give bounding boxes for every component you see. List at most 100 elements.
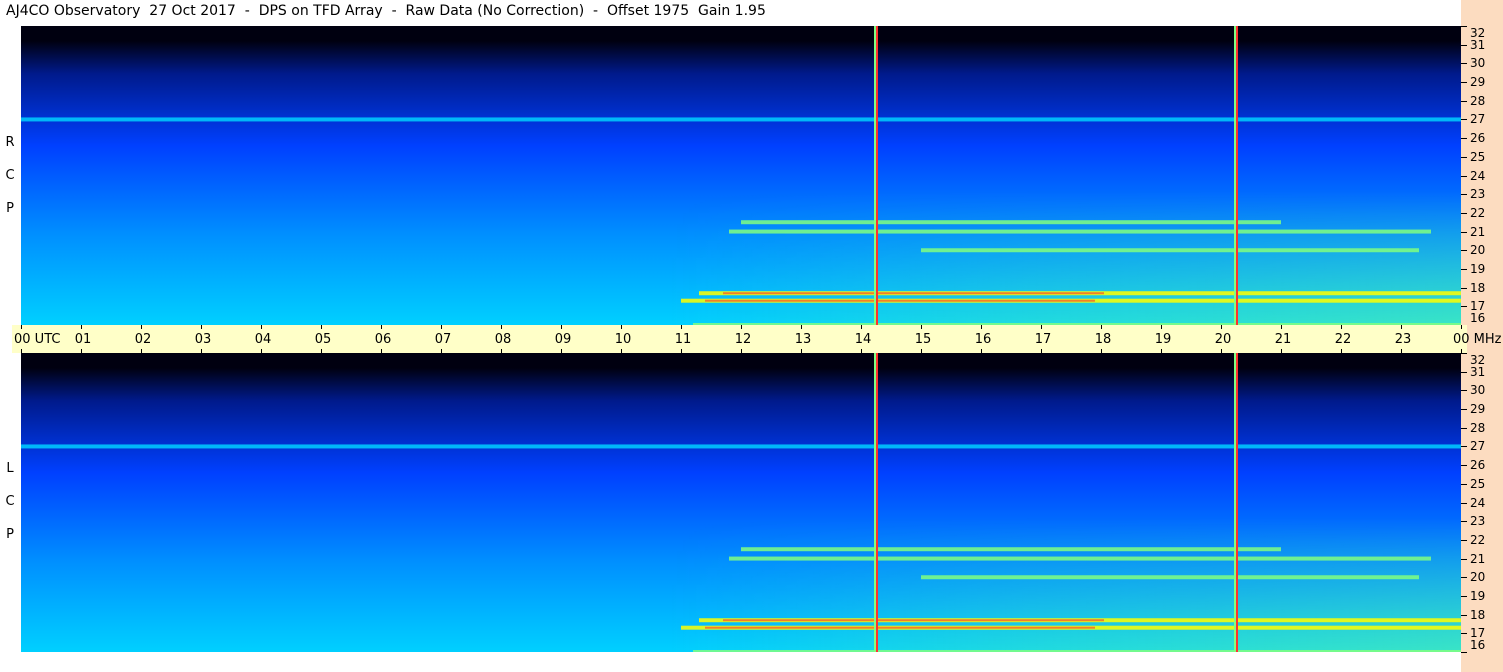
time-tick-label: 17 <box>1034 332 1052 347</box>
freq-tick <box>1461 250 1467 252</box>
freq-tick <box>1461 44 1467 46</box>
noise-glow-overlay <box>21 26 1461 325</box>
time-tick <box>1461 325 1462 329</box>
freq-tick <box>1461 521 1467 523</box>
time-tick <box>681 325 682 329</box>
time-tick-label: 07 <box>434 332 452 347</box>
freq-tick-label: 25 <box>1470 476 1486 491</box>
time-tick <box>261 325 262 329</box>
freq-tick <box>1461 353 1467 354</box>
freq-tick-label: 32 <box>1470 26 1486 40</box>
time-tick-label: 10 <box>614 332 632 347</box>
freq-tick-label: 23 <box>1470 187 1486 202</box>
freq-tick-label: 24 <box>1470 495 1486 510</box>
utc-time-axis: 00 UTC 01 02 03 04 05 06 07 08 09 10 11 12 13 14 15 16 17… <box>12 325 1502 353</box>
freq-tick-label: 29 <box>1470 75 1486 90</box>
time-tick <box>321 325 322 329</box>
side-label-letter: L <box>6 461 14 476</box>
freq-tick <box>1461 465 1467 467</box>
freq-tick <box>1461 427 1467 429</box>
time-tick <box>981 325 982 329</box>
rfi-band <box>741 220 1281 225</box>
time-tick-label: 21 <box>1274 332 1292 347</box>
time-tick <box>141 325 142 329</box>
freq-tick <box>1461 409 1467 411</box>
time-tick <box>381 325 382 329</box>
freq-tick <box>1461 306 1467 308</box>
freq-tick <box>1461 446 1467 448</box>
rfi-band-core <box>723 292 1104 295</box>
interference-line <box>874 26 876 325</box>
time-tick <box>1041 325 1042 329</box>
time-tick <box>21 325 22 329</box>
time-tick-label: 08 <box>494 332 512 347</box>
time-tick-label: 01 <box>74 332 92 347</box>
freq-tick-label: 17 <box>1470 299 1486 314</box>
freq-tick <box>1461 483 1467 485</box>
side-label-letter: C <box>5 168 15 183</box>
time-tick <box>1281 325 1282 329</box>
time-tick <box>621 325 622 329</box>
freq-tick <box>1461 558 1467 560</box>
rfi-band-core <box>705 626 1095 629</box>
time-tick-label: 23 <box>1394 332 1412 347</box>
freq-tick-label: 21 <box>1470 551 1486 566</box>
interference-line <box>1234 353 1236 652</box>
freq-tick-label: 22 <box>1470 205 1486 220</box>
interference-line <box>1236 26 1238 325</box>
freq-tick-label: 22 <box>1470 532 1486 547</box>
time-tick <box>741 325 742 329</box>
time-tick-label: 12 <box>734 332 752 347</box>
freq-tick-label: 26 <box>1470 131 1486 146</box>
interference-line <box>876 26 878 325</box>
time-tick-label: 02 <box>134 332 152 347</box>
freq-tick <box>1461 212 1467 214</box>
rcp-frequency-axis: 16 17 18 19 20 21 22 23 24 25 26 27 28 29 30 31 32 <box>1461 26 1503 326</box>
time-tick <box>1161 325 1162 329</box>
rcp-side-label: R C P <box>0 126 20 225</box>
rfi-band <box>921 248 1419 253</box>
freq-tick-label: 27 <box>1470 112 1486 127</box>
chart-title: AJ4CO Observatory 27 Oct 2017 - DPS on T… <box>6 3 766 19</box>
freq-tick-label: 28 <box>1470 420 1486 435</box>
freq-tick-label: 28 <box>1470 93 1486 108</box>
rfi-band <box>741 547 1281 552</box>
time-tick-label: 00 MHz <box>1453 332 1502 347</box>
time-tick <box>1401 325 1402 329</box>
freq-tick <box>1461 371 1467 373</box>
noise-glow-overlay <box>21 353 1461 652</box>
freq-tick-label: 24 <box>1470 168 1486 183</box>
time-tick <box>1221 325 1222 329</box>
rfi-band <box>693 650 1461 652</box>
time-tick <box>441 325 442 329</box>
freq-tick-label: 17 <box>1470 626 1486 641</box>
freq-tick-label: 30 <box>1470 383 1486 398</box>
time-tick-label: 13 <box>794 332 812 347</box>
freq-tick <box>1461 231 1467 233</box>
freq-tick-label: 32 <box>1470 353 1486 367</box>
time-tick <box>921 325 922 329</box>
freq-tick-label: 21 <box>1470 224 1486 239</box>
freq-tick <box>1461 502 1467 504</box>
freq-tick <box>1461 390 1467 392</box>
freq-tick-label: 18 <box>1470 280 1486 295</box>
spectrogram-svg <box>21 353 1461 652</box>
freq-tick-label: 27 <box>1470 439 1486 454</box>
rfi-band-core <box>705 299 1095 302</box>
freq-tick <box>1461 156 1467 158</box>
freq-tick <box>1461 595 1467 597</box>
freq-tick <box>1461 287 1467 289</box>
freq-tick-label: 20 <box>1470 570 1486 585</box>
time-tick-label: 03 <box>194 332 212 347</box>
freq-tick <box>1461 138 1467 140</box>
freq-tick-label: 19 <box>1470 261 1486 276</box>
time-tick <box>201 325 202 329</box>
freq-tick-label: 29 <box>1470 402 1486 417</box>
freq-tick-label: 30 <box>1470 56 1486 71</box>
freq-tick <box>1461 652 1467 653</box>
freq-tick <box>1461 539 1467 541</box>
freq-tick-label: 25 <box>1470 149 1486 164</box>
freq-tick <box>1461 119 1467 121</box>
rfi-band <box>21 117 1461 122</box>
freq-tick-label: 26 <box>1470 458 1486 473</box>
